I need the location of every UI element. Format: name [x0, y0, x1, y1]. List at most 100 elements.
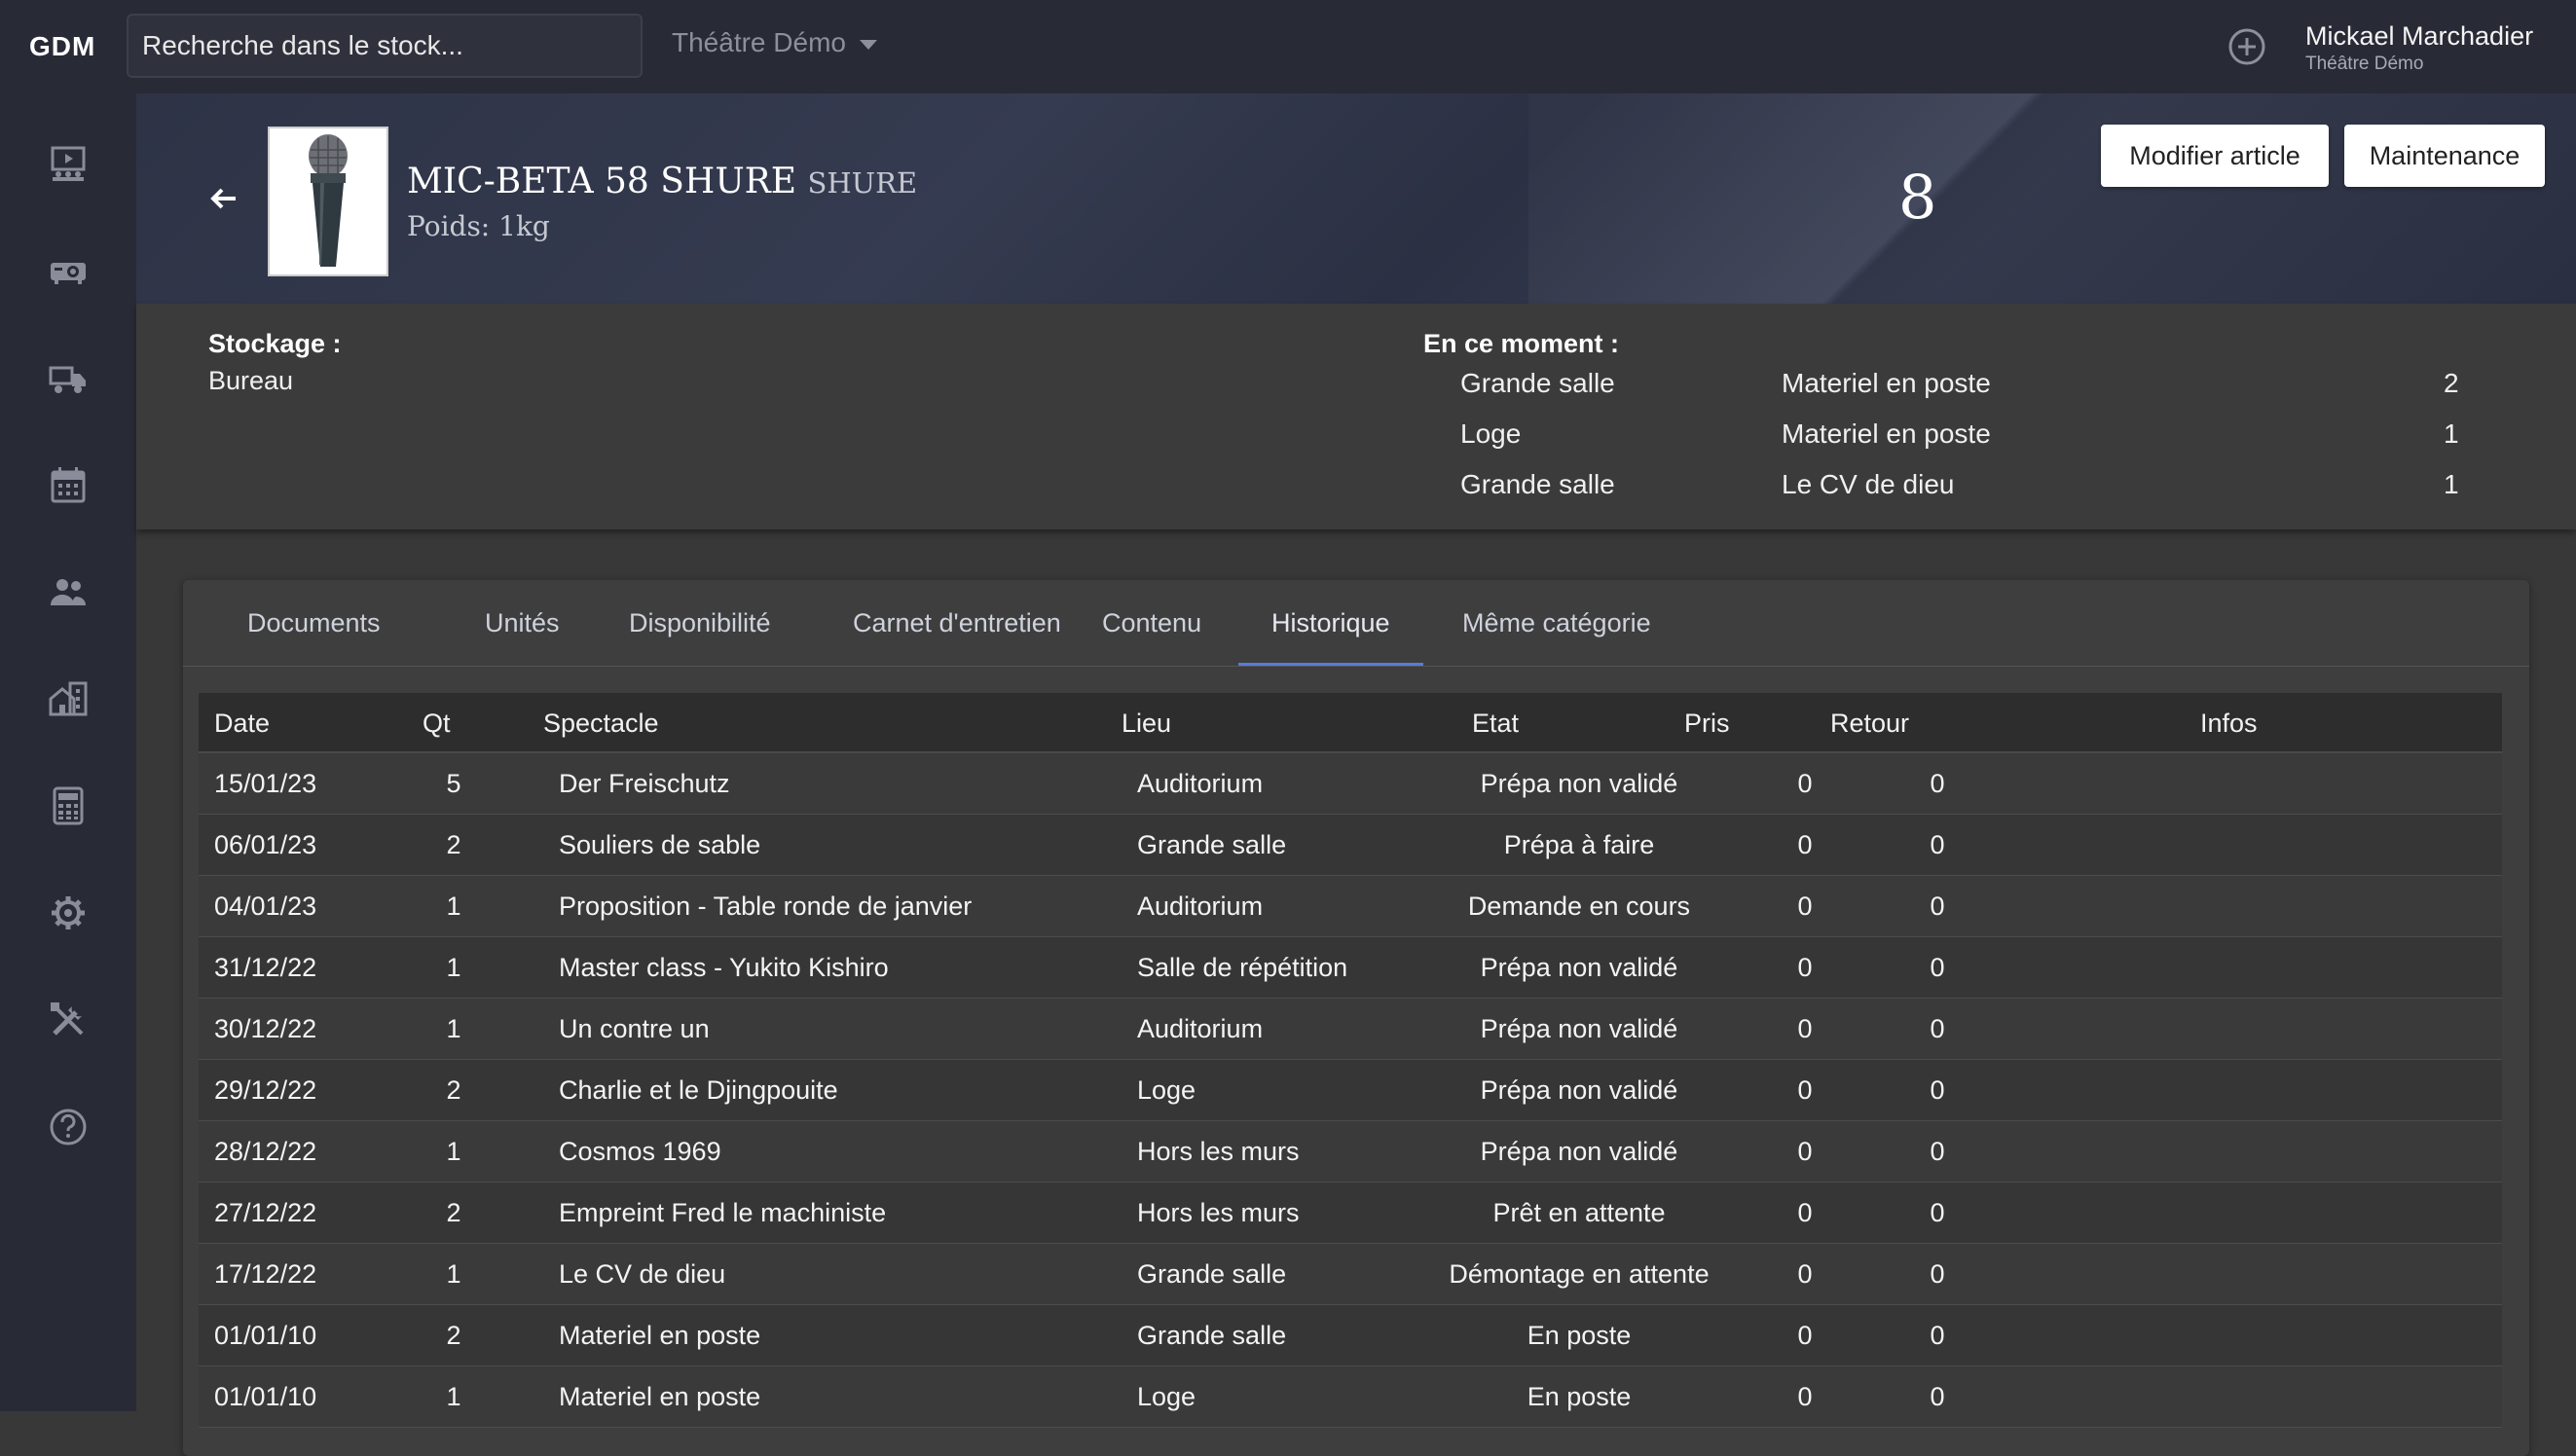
cell-pris: 0	[1797, 892, 1813, 921]
cell-etat: Demande en cours	[1467, 892, 1691, 921]
cell-etat: Prépa non validé	[1480, 1075, 1678, 1105]
item-total-count: 8	[1898, 162, 1937, 233]
cell-date: 04/01/23	[214, 892, 317, 921]
tab-documents[interactable]: Documents	[214, 580, 414, 666]
venue-select[interactable]: Théâtre Démo	[672, 27, 877, 58]
cell-qt: 1	[446, 953, 461, 982]
maintenance-button[interactable]: Maintenance	[2344, 125, 2545, 187]
gear-icon[interactable]	[47, 892, 90, 934]
cell-qt: 2	[446, 830, 461, 859]
cell-date: 27/12/22	[214, 1198, 317, 1227]
cell-spectacle: Souliers de sable	[559, 830, 761, 859]
col-pris[interactable]: Pris	[1684, 709, 1730, 739]
table-row[interactable]: 06/01/23 2 Souliers de sable Grande salle Pr…	[199, 815, 2502, 876]
tab-unites[interactable]: Unités	[452, 580, 593, 666]
cell-retour: 0	[1930, 1014, 1945, 1043]
calculator-icon[interactable]	[47, 784, 90, 827]
tab-meme-categorie[interactable]: Même catégorie	[1429, 580, 1684, 666]
cell-pris: 0	[1797, 1321, 1813, 1350]
cell-date: 28/12/22	[214, 1137, 317, 1166]
cell-spectacle: Empreint Fred le machiniste	[559, 1198, 887, 1227]
col-retour[interactable]: Retour	[1830, 709, 1909, 739]
cell-qt: 1	[446, 1137, 461, 1166]
table-row[interactable]: 17/12/22 1 Le CV de dieu Grande salle Démont…	[199, 1244, 2502, 1305]
tools-icon[interactable]	[47, 999, 90, 1041]
edit-item-button[interactable]: Modifier article	[2101, 125, 2329, 187]
table-row[interactable]: 01/01/10 2 Materiel en poste Grande salle En…	[199, 1305, 2502, 1366]
table-row[interactable]: 28/12/22 1 Cosmos 1969 Hors les murs Prépa n…	[199, 1121, 2502, 1183]
add-circle-icon[interactable]	[2227, 27, 2266, 66]
table-row[interactable]: 29/12/22 2 Charlie et le Djingpouite Loge Pr…	[199, 1060, 2502, 1121]
cell-pris: 0	[1797, 830, 1813, 859]
cell-etat: Prépa non validé	[1480, 769, 1678, 798]
table-row[interactable]: 04/01/23 1 Proposition - Table ronde de ja…	[199, 876, 2502, 937]
col-spectacle[interactable]: Spectacle	[543, 709, 659, 739]
cell-etat: Démontage en attente	[1449, 1259, 1710, 1289]
col-etat[interactable]: Etat	[1472, 709, 1519, 739]
cell-etat: Prépa à faire	[1503, 830, 1655, 859]
col-lieu[interactable]: Lieu	[1122, 709, 1171, 739]
cell-spectacle: Un contre un	[559, 1014, 710, 1043]
item-header: MIC-BETA 58 SHURE SHURE Poids: 1kg 8 Mod…	[136, 93, 2576, 304]
user-menu[interactable]: Mickael Marchadier Théâtre Démo	[2305, 21, 2533, 75]
cell-spectacle: Charlie et le Djingpouite	[559, 1075, 838, 1105]
item-weight: Poids: 1kg	[407, 210, 550, 242]
projector-icon[interactable]	[47, 249, 90, 292]
cell-retour: 0	[1930, 830, 1945, 859]
moment-row: Loge Materiel en poste 1	[1460, 419, 2459, 467]
cell-qt: 1	[446, 1382, 461, 1411]
moment-place: Grande salle	[1460, 469, 1615, 499]
cell-lieu: Grande salle	[1137, 1321, 1287, 1350]
table-row[interactable]: 31/12/22 1 Master class - Yukito Kishiro Sa…	[199, 937, 2502, 999]
search-input[interactable]	[127, 14, 643, 78]
app-logo[interactable]: GDM	[29, 31, 95, 62]
cell-lieu: Grande salle	[1137, 1259, 1287, 1289]
cell-lieu: Auditorium	[1137, 892, 1264, 921]
moment-label: En ce moment :	[1423, 329, 1620, 358]
cell-lieu: Auditorium	[1137, 1014, 1264, 1043]
help-icon[interactable]	[47, 1106, 90, 1148]
cell-etat: Prépa non validé	[1480, 953, 1678, 982]
cell-date: 01/01/10	[214, 1382, 317, 1411]
tab-carnet-entretien[interactable]: Carnet d'entretien	[820, 580, 1094, 666]
moment-show: Materiel en poste	[1782, 368, 1991, 398]
item-name: MIC-BETA 58 SHURE	[407, 162, 797, 201]
user-name: Mickael Marchadier	[2305, 21, 2534, 51]
cell-pris: 0	[1797, 1382, 1813, 1411]
back-arrow-icon[interactable]	[204, 179, 243, 218]
cell-retour: 0	[1930, 953, 1945, 982]
moment-row: Grande salle Materiel en poste 2	[1460, 368, 2459, 417]
table-row[interactable]: 15/01/23 5 Der Freischutz Auditorium Prépa n…	[199, 753, 2502, 815]
cell-retour: 0	[1930, 1321, 1945, 1350]
cell-retour: 0	[1930, 1382, 1945, 1411]
cell-pris: 0	[1797, 1014, 1813, 1043]
table-row[interactable]: 27/12/22 2 Empreint Fred le machiniste Hors…	[199, 1183, 2502, 1244]
cell-lieu: Loge	[1137, 1382, 1196, 1411]
building-icon[interactable]	[47, 677, 90, 720]
cell-date: 17/12/22	[214, 1259, 317, 1289]
user-organization: Théâtre Démo	[2305, 54, 2424, 74]
stage-icon[interactable]	[47, 142, 90, 185]
tab-contenu[interactable]: Contenu	[1069, 580, 1234, 666]
truck-icon[interactable]	[47, 356, 90, 399]
chevron-down-icon	[859, 40, 877, 50]
col-date[interactable]: Date	[214, 709, 270, 739]
moment-show: Le CV de dieu	[1782, 469, 1955, 499]
tab-disponibilite[interactable]: Disponibilité	[596, 580, 804, 666]
moment-row: Grande salle Le CV de dieu 1	[1460, 469, 2459, 518]
cell-date: 15/01/23	[214, 769, 317, 798]
moment-place: Loge	[1460, 419, 1522, 449]
cell-lieu: Hors les murs	[1137, 1137, 1300, 1166]
calendar-icon[interactable]	[47, 463, 90, 506]
table-row[interactable]: 01/01/10 1 Materiel en poste Loge En poste 0 0	[199, 1366, 2502, 1428]
cell-retour: 0	[1930, 892, 1945, 921]
cell-pris: 0	[1797, 769, 1813, 798]
col-infos[interactable]: Infos	[2200, 709, 2258, 739]
col-qt[interactable]: Qt	[423, 709, 451, 739]
table-row[interactable]: 30/12/22 1 Un contre un Auditorium Prépa non…	[199, 999, 2502, 1060]
cell-retour: 0	[1930, 1198, 1945, 1227]
cell-qt: 2	[446, 1198, 461, 1227]
people-icon[interactable]	[47, 570, 90, 613]
cell-pris: 0	[1797, 1198, 1813, 1227]
tab-historique[interactable]: Historique	[1238, 580, 1423, 666]
